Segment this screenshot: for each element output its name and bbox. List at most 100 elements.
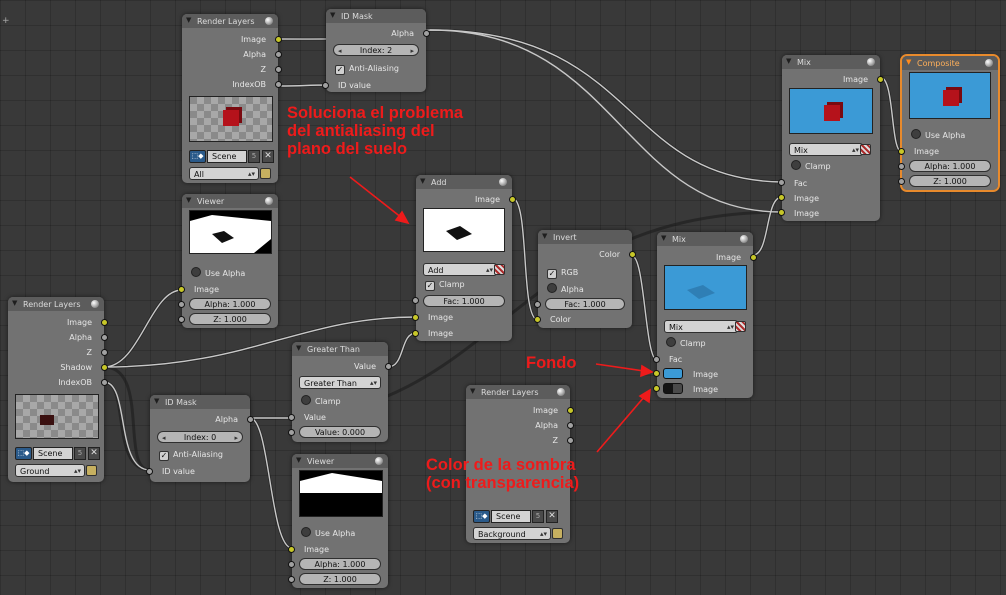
output-socket-z[interactable] [101, 349, 108, 356]
output-socket-indexob[interactable] [101, 379, 108, 386]
input-socket-fac[interactable] [412, 297, 419, 304]
input-socket-alpha[interactable] [178, 301, 185, 308]
clamp-checkbox[interactable]: ✓ Clamp [425, 280, 465, 291]
preview-ball-icon[interactable] [265, 17, 273, 25]
input-socket-image-2[interactable] [778, 209, 785, 216]
preview-ball-icon[interactable] [91, 300, 99, 308]
unlink-x-icon[interactable]: ✕ [546, 510, 558, 523]
input-socket-id-value[interactable] [322, 82, 329, 89]
use-alpha-checkbox[interactable]: Use Alpha [301, 527, 355, 538]
output-socket-alpha[interactable] [567, 422, 574, 429]
fac-field[interactable]: Fac: 1.000 [545, 298, 625, 310]
value-field[interactable]: Value: 0.000 [299, 426, 381, 438]
node-add[interactable]: ▼ Add Image Add ▴▾ ✓ Clamp Fac: 1.000 Imag… [412, 175, 516, 341]
input-socket-image-1[interactable] [412, 314, 419, 321]
blend-mode-dropdown[interactable]: Mix ▴▾ [664, 320, 738, 333]
blend-mode-dropdown[interactable]: Add ▴▾ [423, 263, 497, 276]
layer-dropdown[interactable]: Ground ▴▾ [15, 464, 85, 477]
render-layer-icon[interactable] [552, 528, 563, 539]
layer-dropdown[interactable]: All ▴▾ [189, 167, 259, 180]
increment-arrow-icon[interactable]: ▸ [234, 432, 238, 444]
preview-ball-icon[interactable] [740, 235, 748, 243]
alpha-checkbox[interactable]: Alpha [547, 283, 584, 294]
node-header[interactable]: ▼ Render Layers [466, 385, 570, 399]
input-socket-image-1[interactable] [778, 194, 785, 201]
alpha-toggle-icon[interactable] [494, 264, 505, 275]
z-field[interactable]: Z: 1.000 [299, 573, 381, 585]
collapse-triangle-icon[interactable]: ▼ [542, 232, 547, 240]
node-header[interactable]: ▼ Greater Than [292, 342, 388, 356]
preview-ball-icon[interactable] [985, 59, 993, 67]
node-render-layers-left[interactable]: ▼ Render Layers Image Alpha Z Shadow Ind… [8, 297, 108, 482]
input-socket-color[interactable] [534, 316, 541, 323]
input-socket-z[interactable] [898, 178, 905, 185]
scene-icon[interactable]: ⬚◆ [15, 447, 32, 460]
output-socket-shadow[interactable] [101, 364, 108, 371]
index-field[interactable]: ◂ Index: 2 ▸ [333, 44, 419, 56]
anti-aliasing-checkbox[interactable]: ✓ Anti-Aliasing [159, 450, 223, 461]
collapse-triangle-icon[interactable]: ▼ [786, 57, 791, 65]
node-header[interactable]: ▼ Viewer [292, 454, 388, 468]
alpha-field[interactable]: Alpha: 1.000 [189, 298, 271, 310]
input-socket-z[interactable] [288, 576, 295, 583]
output-socket-alpha[interactable] [275, 51, 282, 58]
color-swatch-fondo[interactable] [663, 368, 683, 379]
scene-name[interactable]: Scene [491, 510, 531, 523]
unlink-x-icon[interactable]: ✕ [88, 447, 100, 460]
preview-ball-icon[interactable] [867, 58, 875, 66]
collapse-triangle-icon[interactable]: ▼ [12, 299, 17, 307]
input-socket-value-2[interactable] [288, 429, 295, 436]
unlink-x-icon[interactable]: ✕ [262, 150, 274, 163]
collapse-triangle-icon[interactable]: ▼ [330, 11, 335, 19]
preview-ball-icon[interactable] [375, 457, 383, 465]
fac-field[interactable]: Fac: 1.000 [423, 295, 505, 307]
input-socket-image[interactable] [898, 148, 905, 155]
layer-dropdown[interactable]: Background ▴▾ [473, 527, 551, 540]
collapse-triangle-icon[interactable]: ▼ [186, 196, 191, 204]
node-id-mask-top[interactable]: ▼ ID Mask Alpha ◂ Index: 2 ▸ ✓ Anti-Aliasin… [322, 9, 430, 92]
color-swatch-shadow[interactable] [663, 383, 683, 394]
node-greater-than[interactable]: ▼ Greater Than Value Greater Than ▴▾ Clam… [288, 342, 392, 442]
output-socket-image[interactable] [877, 76, 884, 83]
collapse-triangle-icon[interactable]: ▼ [154, 397, 159, 405]
input-socket-image-2[interactable] [653, 385, 660, 392]
node-header[interactable]: ▼ ID Mask [150, 395, 250, 409]
node-viewer-top[interactable]: ▼ Viewer Use Alpha Image Alpha: 1.000 Z:… [178, 194, 278, 328]
alpha-field[interactable]: Alpha: 1.000 [909, 160, 991, 172]
output-socket-indexob[interactable] [275, 81, 282, 88]
preview-ball-icon[interactable] [265, 197, 273, 205]
node-header[interactable]: ▼ Mix [782, 55, 880, 69]
output-socket-image[interactable] [750, 254, 757, 261]
node-mix-bottom[interactable]: ▼ Mix Image Mix ▴▾ Clamp Fac Image Image [653, 232, 757, 398]
scene-icon[interactable]: ⬚◆ [189, 150, 206, 163]
input-socket-alpha[interactable] [288, 561, 295, 568]
index-field[interactable]: ◂ Index: 0 ▸ [157, 431, 243, 443]
input-socket-z[interactable] [178, 316, 185, 323]
blend-mode-dropdown[interactable]: Mix ▴▾ [789, 143, 863, 156]
output-socket-image[interactable] [275, 36, 282, 43]
collapse-triangle-icon[interactable]: ▼ [906, 58, 911, 66]
use-alpha-checkbox[interactable]: Use Alpha [911, 129, 965, 140]
node-header[interactable]: ▼ Viewer [182, 194, 278, 208]
increment-arrow-icon[interactable]: ▸ [410, 45, 414, 57]
alpha-toggle-icon[interactable] [735, 321, 746, 332]
node-header[interactable]: ▼ Add [416, 175, 512, 189]
input-socket-fac[interactable] [534, 301, 541, 308]
output-socket-alpha[interactable] [101, 334, 108, 341]
z-field[interactable]: Z: 1.000 [189, 313, 271, 325]
z-field[interactable]: Z: 1.000 [909, 175, 991, 187]
input-socket-image-1[interactable] [653, 370, 660, 377]
output-socket-alpha[interactable] [247, 416, 254, 423]
output-socket-value[interactable] [385, 363, 392, 370]
clamp-checkbox[interactable]: Clamp [301, 395, 341, 406]
expand-corner-icon[interactable]: + [2, 16, 10, 26]
output-socket-image[interactable] [567, 407, 574, 414]
input-socket-image[interactable] [288, 546, 295, 553]
node-header[interactable]: ▼ Composite [902, 56, 998, 70]
clamp-checkbox[interactable]: Clamp [791, 160, 831, 171]
output-socket-image[interactable] [509, 196, 516, 203]
alpha-field[interactable]: Alpha: 1.000 [299, 558, 381, 570]
node-header[interactable]: ▼ Render Layers [8, 297, 104, 311]
output-socket-alpha[interactable] [423, 30, 430, 37]
node-mix-top[interactable]: ▼ Mix Image Mix ▴▾ Clamp Fac Image Image [778, 55, 884, 221]
